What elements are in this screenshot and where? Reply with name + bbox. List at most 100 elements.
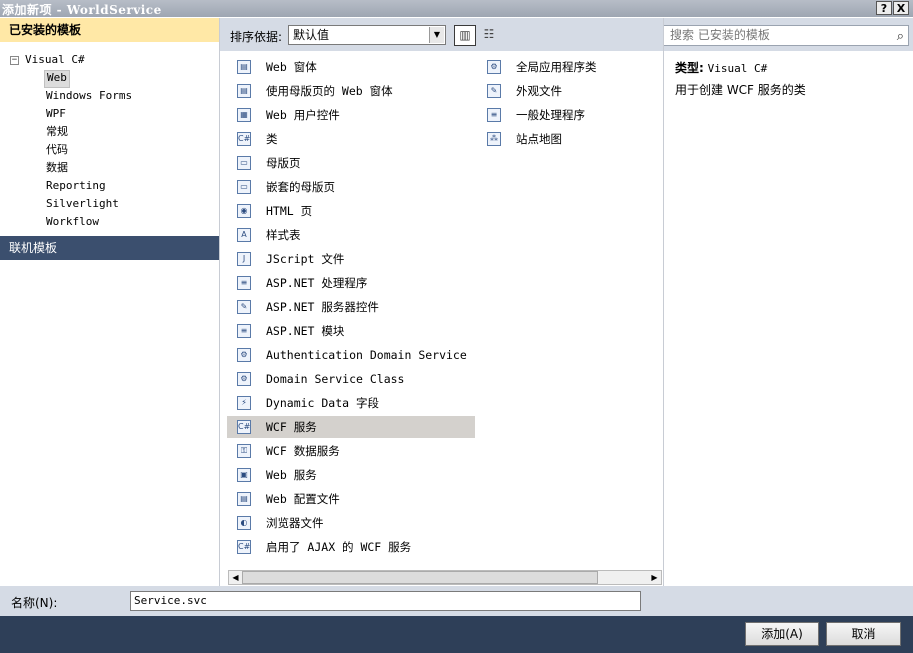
details-panel: 类型: Visual C# 用于创建 WCF 服务的类 — [664, 51, 913, 586]
template-item-label: 一般处理程序 — [516, 108, 585, 122]
web-form-icon: ▤ — [237, 60, 251, 74]
nested-master-page-icon: ▭ — [237, 180, 251, 194]
template-item-label: 全局应用程序类 — [516, 60, 597, 74]
template-tree-panel: 已安装的模板 − Visual C# Web Windows Forms WPF … — [0, 18, 219, 586]
search-input[interactable]: 搜索 已安装的模板 ⌕ — [663, 25, 909, 46]
tree-item-code[interactable]: 代码 — [44, 142, 70, 158]
template-item[interactable]: J JScript 文件 — [227, 248, 475, 270]
detail-description: 用于创建 WCF 服务的类 — [675, 83, 806, 97]
template-item-label: JScript 文件 — [266, 252, 345, 266]
handler-icon: ≡ — [237, 276, 251, 290]
tree-item-data[interactable]: 数据 — [44, 160, 70, 176]
skin-file-icon: ✎ — [487, 84, 501, 98]
detail-type: 类型: Visual C# — [675, 59, 767, 76]
template-item[interactable]: C# 类 — [227, 128, 475, 150]
jscript-icon: J — [237, 252, 251, 266]
auth-domain-service-icon: ⚙ — [237, 348, 251, 362]
template-item-label: 启用了 AJAX 的 WCF 服务 — [266, 540, 412, 554]
tree-item-reporting[interactable]: Reporting — [44, 178, 108, 194]
template-item[interactable]: ▤ Web 窗体 — [227, 56, 475, 78]
window-title: 添加新项 - WorldService — [2, 3, 162, 17]
medium-icons-view-button[interactable]: ▥ — [454, 25, 476, 46]
template-item-label: WCF 服务 — [266, 420, 317, 434]
template-item[interactable]: ⚙ Domain Service Class — [227, 368, 475, 390]
search-placeholder: 搜索 已安装的模板 — [670, 28, 770, 42]
web-service-icon: ▣ — [237, 468, 251, 482]
web-config-icon: ▤ — [237, 492, 251, 506]
name-bar: 名称(N): Service.svc — [0, 586, 913, 616]
cancel-button[interactable]: 取消 — [826, 622, 901, 646]
template-item-label: Dynamic Data 字段 — [266, 396, 380, 410]
sort-label: 排序依据: — [230, 30, 283, 44]
master-page-icon: ▭ — [237, 156, 251, 170]
stylesheet-icon: A — [237, 228, 251, 242]
add-button[interactable]: 添加(A) — [745, 622, 819, 646]
dropdown-arrow-icon[interactable]: ▼ — [429, 27, 444, 43]
template-item-label: WCF 数据服务 — [266, 444, 340, 458]
template-item[interactable]: ◐ 浏览器文件 — [227, 512, 475, 534]
domain-service-icon: ⚙ — [237, 372, 251, 386]
template-item[interactable]: C# 启用了 AJAX 的 WCF 服务 — [227, 536, 475, 558]
online-templates-header[interactable]: 联机模板 — [0, 236, 219, 260]
small-icons-view-button[interactable]: ☷ — [478, 25, 500, 46]
template-item[interactable]: ≡ 一般处理程序 — [477, 104, 662, 126]
tree-root-label: Visual C# — [25, 53, 85, 66]
wcf-data-service-icon: ⚿ — [237, 444, 251, 458]
template-item[interactable]: C# WCF 服务 — [227, 416, 475, 438]
template-item[interactable]: ◉ HTML 页 — [227, 200, 475, 222]
template-item[interactable]: A 样式表 — [227, 224, 475, 246]
collapse-icon[interactable]: − — [10, 55, 19, 65]
template-item-label: ASP.NET 模块 — [266, 324, 345, 338]
template-item-label: ASP.NET 服务器控件 — [266, 300, 379, 314]
template-item[interactable]: ⚡ Dynamic Data 字段 — [227, 392, 475, 414]
template-item[interactable]: ⁂ 站点地图 — [477, 128, 662, 150]
help-button[interactable]: ? — [876, 1, 892, 15]
template-item[interactable]: ≡ ASP.NET 处理程序 — [227, 272, 475, 294]
wcf-service-icon: C# — [237, 420, 251, 434]
tree-item-wpf[interactable]: WPF — [44, 106, 68, 122]
dynamic-data-icon: ⚡ — [237, 396, 251, 410]
sort-select[interactable]: 默认值 ▼ — [288, 25, 446, 45]
template-item[interactable]: ✎ ASP.NET 服务器控件 — [227, 296, 475, 318]
template-item-label: 外观文件 — [516, 84, 562, 98]
template-item[interactable]: ▣ Web 服务 — [227, 464, 475, 486]
template-item-label: Web 窗体 — [266, 60, 317, 74]
template-item-label: 使用母版页的 Web 窗体 — [266, 84, 393, 98]
template-item[interactable]: ▤ 使用母版页的 Web 窗体 — [227, 80, 475, 102]
detail-type-key: 类型: — [675, 61, 704, 75]
installed-templates-header[interactable]: 已安装的模板 — [0, 18, 219, 42]
sitemap-icon: ⁂ — [487, 132, 501, 146]
tree-root-visual-csharp[interactable]: − Visual C# — [10, 52, 85, 68]
search-icon[interactable]: ⌕ — [897, 27, 904, 46]
template-item[interactable]: ⚿ WCF 数据服务 — [227, 440, 475, 462]
template-item-label: Authentication Domain Service — [266, 348, 467, 362]
template-item-label: 母版页 — [266, 156, 301, 170]
list-view-icon: ▥ — [459, 28, 471, 42]
tree-item-windows-forms[interactable]: Windows Forms — [44, 88, 134, 104]
template-item-label: 嵌套的母版页 — [266, 180, 335, 194]
template-item[interactable]: ▦ Web 用户控件 — [227, 104, 475, 126]
tree-item-web[interactable]: Web — [44, 70, 70, 88]
tree-item-silverlight[interactable]: Silverlight — [44, 196, 121, 212]
server-control-icon: ✎ — [237, 300, 251, 314]
horizontal-scrollbar[interactable]: ◀ ▶ — [228, 570, 662, 585]
template-item[interactable]: ▭ 母版页 — [227, 152, 475, 174]
template-item[interactable]: ▭ 嵌套的母版页 — [227, 176, 475, 198]
web-form-master-icon: ▤ — [237, 84, 251, 98]
template-item[interactable]: ⚙ 全局应用程序类 — [477, 56, 662, 78]
browser-file-icon: ◐ — [237, 516, 251, 530]
template-item[interactable]: ⚙ Authentication Domain Service — [227, 344, 475, 366]
template-item[interactable]: ≡ ASP.NET 模块 — [227, 320, 475, 342]
scroll-right-icon[interactable]: ▶ — [648, 571, 661, 584]
tree-item-workflow[interactable]: Workflow — [44, 214, 101, 230]
template-item-label: 浏览器文件 — [266, 516, 324, 530]
close-button[interactable]: X — [893, 1, 909, 15]
template-item[interactable]: ▤ Web 配置文件 — [227, 488, 475, 510]
tree-item-general[interactable]: 常规 — [44, 124, 70, 140]
dialog-footer: 添加(A) 取消 — [0, 616, 913, 653]
template-item-label: 样式表 — [266, 228, 301, 242]
template-item[interactable]: ✎ 外观文件 — [477, 80, 662, 102]
scrollbar-thumb[interactable] — [242, 571, 598, 584]
scroll-left-icon[interactable]: ◀ — [229, 571, 242, 584]
name-input[interactable]: Service.svc — [130, 591, 641, 611]
